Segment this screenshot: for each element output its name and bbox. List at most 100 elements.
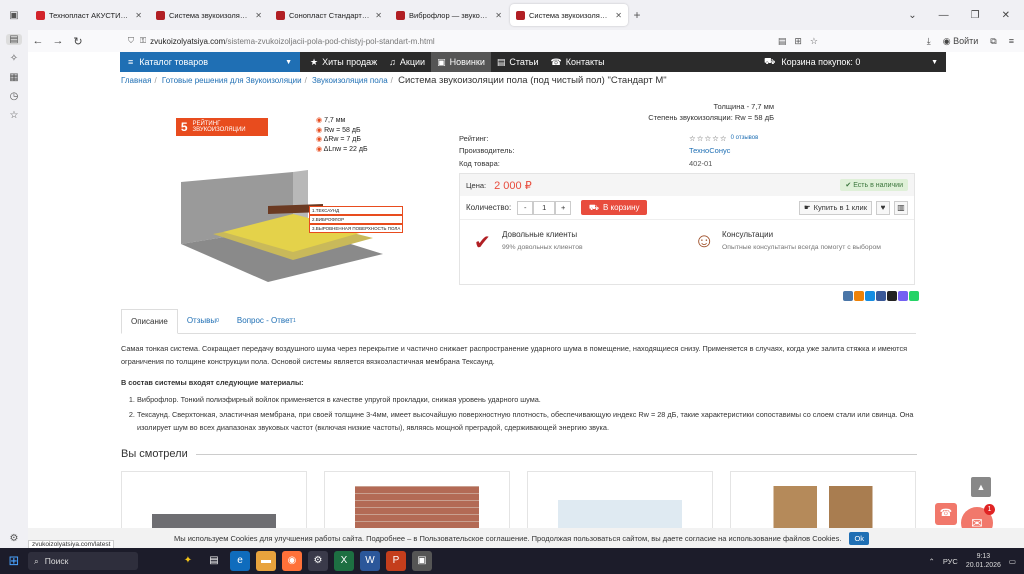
browser-tab[interactable]: Система звукоизоляции пола...✕ bbox=[150, 4, 268, 26]
breadcrumb-link[interactable]: Готовые решения для Звукоизоляции bbox=[162, 76, 302, 85]
cart-button[interactable]: ⛟ Корзина покупок: 0 ▼ bbox=[756, 52, 946, 72]
vk-icon[interactable] bbox=[843, 291, 853, 301]
notifications-icon[interactable]: ▭ bbox=[1009, 557, 1016, 566]
history-icon[interactable]: ◷ bbox=[10, 91, 19, 102]
nav-articles[interactable]: ▤ Статьи bbox=[491, 52, 545, 72]
price-row: Цена: 2 000 ₽ ✔ Есть в наличии bbox=[460, 174, 914, 196]
app-icon[interactable]: ⚙ bbox=[308, 551, 328, 571]
window-close-icon[interactable]: ✕ bbox=[1002, 10, 1010, 21]
callback-button[interactable]: ☎ bbox=[935, 503, 957, 525]
browser-tab[interactable]: Сонопласт Стандарт Плюс — з... ✕ bbox=[270, 4, 388, 26]
cookie-ok-button[interactable]: Ok bbox=[849, 531, 870, 545]
windows-start-icon[interactable]: ⊞ bbox=[0, 548, 28, 574]
x-icon[interactable] bbox=[887, 291, 897, 301]
close-icon[interactable]: ✕ bbox=[135, 11, 142, 20]
tab-reviews[interactable]: Отзывы 0 bbox=[178, 308, 228, 333]
feature-consult: ☺ Консультации Опытные консультанты всегд… bbox=[694, 230, 914, 255]
rating-stars[interactable]: ☆☆☆☆☆ bbox=[689, 134, 728, 143]
powerpoint-icon[interactable]: P bbox=[386, 551, 406, 571]
nav-promo[interactable]: ♫ Акции bbox=[383, 52, 431, 72]
browser-tab[interactable]: Виброфлор — звукоизоляция...✕ bbox=[390, 4, 508, 26]
breadcrumb-link[interactable]: Главная bbox=[121, 76, 151, 85]
shield-icon[interactable]: ⛉ bbox=[128, 36, 134, 46]
checkmark-icon: ✔ bbox=[474, 232, 491, 254]
settings-icon[interactable]: ⚙ bbox=[10, 533, 19, 544]
tab-qa[interactable]: Вопрос - Ответ 1 bbox=[228, 308, 305, 333]
task-view-icon[interactable]: ▤ bbox=[204, 551, 224, 571]
browser-tabbar: ▣ Технопласт АКУСТИК/АКУСТИ... ✕ Система … bbox=[0, 0, 1024, 30]
tray-overflow-icon[interactable]: ⌃ bbox=[929, 557, 935, 566]
tab-overflow-icon[interactable]: ⌄ bbox=[908, 10, 916, 21]
bookmark-star-icon[interactable]: ☆ bbox=[810, 36, 818, 47]
browser-sidebar: ▤ ✧ ▦ ◷ ☆ ⚙ bbox=[0, 30, 28, 548]
ok-icon[interactable] bbox=[854, 291, 864, 301]
viber-icon[interactable] bbox=[898, 291, 908, 301]
compare-icon[interactable]: ▥ bbox=[894, 200, 908, 215]
bookmarks-icon[interactable]: ☆ bbox=[10, 110, 19, 121]
clock[interactable]: 9:13 20.01.2026 bbox=[966, 552, 1001, 570]
word-icon[interactable]: W bbox=[360, 551, 380, 571]
browser-tab-active[interactable]: Система звукоизоляции пола...✕ bbox=[510, 4, 628, 26]
spec-insulation: Степень звукоизоляции: Rw = 58 дБ bbox=[648, 113, 774, 122]
layer-label: 1.ТЕКСАУНД bbox=[309, 206, 404, 215]
wishlist-heart-icon[interactable]: ♥ bbox=[876, 200, 890, 215]
product-specs: Толщина - 7,7 мм Степень звукоизоляции: … bbox=[648, 101, 774, 123]
url-bar[interactable]: ⛉ ⚿ zvukoizolyatsiya.com/sistema-zvukoiz… bbox=[128, 32, 818, 50]
translate-icon[interactable]: ⊞ bbox=[794, 36, 802, 47]
lock-icon[interactable]: ⚿ bbox=[140, 36, 146, 46]
nav-new[interactable]: ▣ Новинки bbox=[431, 52, 491, 72]
decrease-button[interactable]: - bbox=[517, 200, 534, 215]
browser-tab[interactable]: Технопласт АКУСТИК/АКУСТИ... ✕ bbox=[30, 4, 148, 26]
mailru-icon[interactable] bbox=[865, 291, 875, 301]
new-tab-icon[interactable]: + bbox=[628, 8, 646, 22]
maker-link[interactable]: ТехноСонус bbox=[689, 146, 730, 155]
close-icon[interactable]: ✕ bbox=[615, 11, 622, 20]
language-indicator[interactable]: РУС bbox=[943, 557, 958, 566]
menu-icon[interactable]: ≡ bbox=[1009, 36, 1014, 46]
restore-icon[interactable]: ❐ bbox=[971, 10, 980, 21]
taskbar-search[interactable]: ⌕ Поиск bbox=[28, 552, 138, 570]
sidebar-toggle-icon[interactable]: ▤ bbox=[6, 34, 22, 45]
file-explorer-icon[interactable]: ▬ bbox=[256, 551, 276, 571]
stock-badge: ✔ Есть в наличии bbox=[840, 179, 908, 191]
close-icon[interactable]: ✕ bbox=[255, 11, 262, 20]
increase-button[interactable]: + bbox=[555, 200, 572, 215]
extensions-icon[interactable]: ⧉ bbox=[990, 36, 996, 47]
tab-description[interactable]: Описание bbox=[121, 309, 178, 334]
add-to-cart-button[interactable]: ⛟ В корзину bbox=[581, 200, 648, 215]
synced-tabs-icon[interactable]: ▦ bbox=[9, 72, 18, 83]
catalog-button[interactable]: ≡ Каталог товаров ▼ bbox=[120, 52, 300, 72]
list-item: Тексаунд. Сверхтонкая, эластичная мембра… bbox=[137, 408, 921, 434]
excel-icon[interactable]: X bbox=[334, 551, 354, 571]
reload-icon[interactable]: ↻ bbox=[68, 35, 88, 48]
tab-list-icon[interactable]: ▣ bbox=[0, 10, 28, 21]
scroll-top-button[interactable]: ▲ bbox=[971, 477, 991, 497]
breadcrumb-link[interactable]: Звукоизоляция пола bbox=[312, 76, 388, 85]
widgets-icon[interactable]: ✦ bbox=[178, 551, 198, 571]
page-title: Система звукоизоляции пола (под чистый п… bbox=[398, 75, 667, 86]
close-icon[interactable]: ✕ bbox=[495, 11, 502, 20]
close-icon[interactable]: ✕ bbox=[375, 11, 382, 20]
reader-view-icon[interactable]: ▤ bbox=[778, 36, 787, 47]
tab-title: Система звукоизоляции пола... bbox=[529, 10, 612, 20]
nav-contacts[interactable]: ☎ Контакты bbox=[545, 52, 611, 72]
app-icon[interactable]: ▣ bbox=[412, 551, 432, 571]
edge-icon[interactable]: e bbox=[230, 551, 250, 571]
catalog-label: Каталог товаров bbox=[139, 57, 208, 67]
whatsapp-icon[interactable] bbox=[909, 291, 919, 301]
facebook-icon[interactable] bbox=[876, 291, 886, 301]
menu-icon: ≡ bbox=[128, 57, 134, 67]
new-icon: ▣ bbox=[437, 56, 446, 67]
firefox-icon[interactable]: ◉ bbox=[282, 551, 302, 571]
account-button[interactable]: ◉ Войти bbox=[943, 36, 979, 47]
one-click-button[interactable]: ☛ Купить в 1 клик bbox=[798, 200, 872, 215]
nav-hits[interactable]: ★ Хиты продаж bbox=[304, 52, 383, 72]
quantity-input[interactable]: 1 bbox=[533, 200, 556, 215]
minimize-icon[interactable]: — bbox=[939, 10, 949, 21]
ai-icon[interactable]: ✧ bbox=[10, 53, 18, 64]
image-spec: ◉ ΔLnw = 22 дБ bbox=[316, 145, 368, 153]
forward-icon[interactable]: → bbox=[48, 35, 68, 47]
reviews-link[interactable]: 0 отзывов bbox=[731, 135, 759, 141]
back-icon[interactable]: ← bbox=[28, 35, 48, 47]
downloads-icon[interactable]: ⤓ bbox=[927, 36, 931, 47]
